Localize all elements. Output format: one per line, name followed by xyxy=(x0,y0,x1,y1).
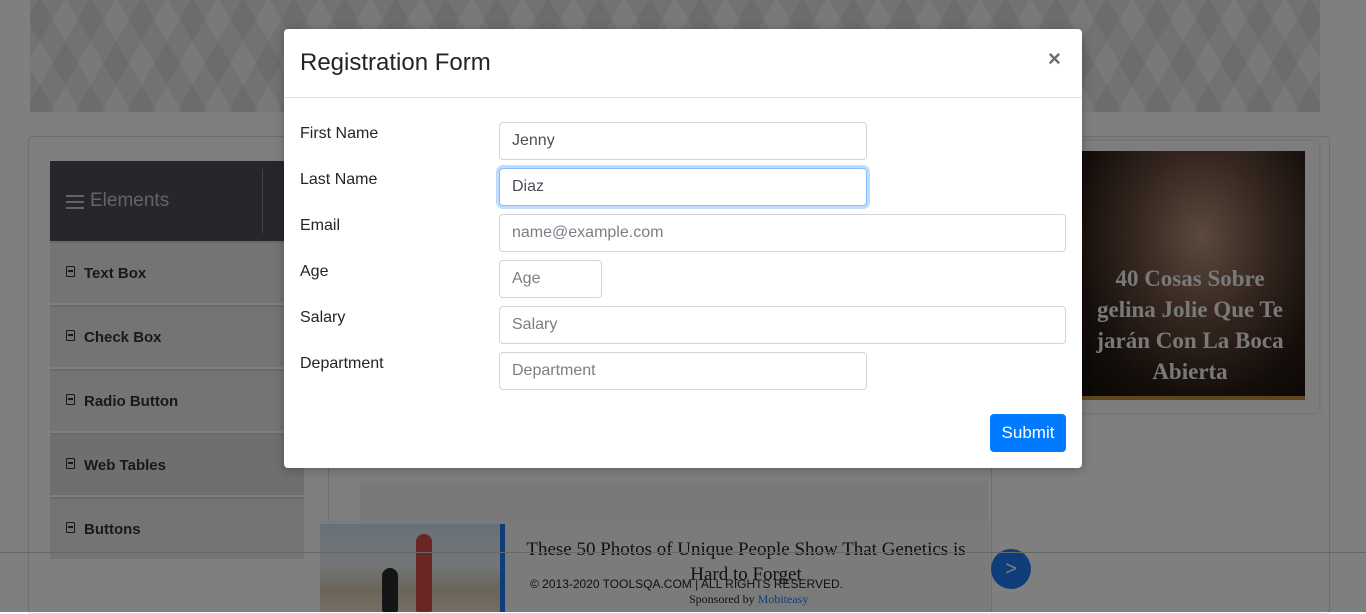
age-input[interactable] xyxy=(499,260,602,298)
email-label: Email xyxy=(300,217,341,234)
first-name-label: First Name xyxy=(300,125,379,142)
modal-header: Registration Form × xyxy=(284,29,1082,98)
email-input[interactable] xyxy=(499,214,1066,252)
form-row-salary: Salary xyxy=(300,306,1066,344)
form-row-first-name: First Name xyxy=(300,122,1066,160)
form-row-last-name: Last Name xyxy=(300,168,1066,206)
salary-input[interactable] xyxy=(499,306,1066,344)
form-row-department: Department xyxy=(300,352,1066,390)
department-label: Department xyxy=(300,355,384,372)
age-label: Age xyxy=(300,263,329,280)
modal-title: Registration Form xyxy=(300,49,491,76)
form-row-email: Email xyxy=(300,214,1066,252)
salary-label: Salary xyxy=(300,309,346,326)
last-name-input[interactable] xyxy=(499,168,867,206)
department-input[interactable] xyxy=(499,352,867,390)
close-icon[interactable]: × xyxy=(1048,47,1068,71)
last-name-label: Last Name xyxy=(300,171,378,188)
submit-button[interactable]: Submit xyxy=(990,414,1066,452)
registration-modal: Registration Form × First Name Last Name… xyxy=(284,29,1082,468)
form-row-age: Age xyxy=(300,260,1066,298)
first-name-input[interactable] xyxy=(499,122,867,160)
